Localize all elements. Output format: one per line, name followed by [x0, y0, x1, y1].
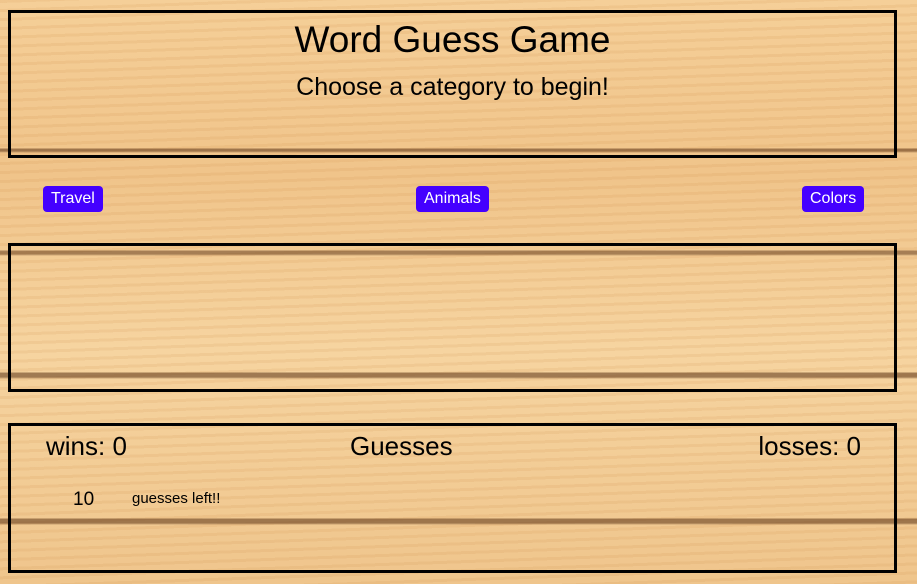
game-subtitle: Choose a category to begin! — [296, 73, 609, 101]
wins-counter: wins: 0 — [46, 431, 127, 461]
guesses-left-count: 10 — [73, 489, 95, 510]
category-travel-button[interactable]: Travel — [43, 186, 103, 212]
category-colors-button[interactable]: Colors — [802, 186, 865, 212]
word-display-panel — [8, 243, 897, 392]
score-panel: wins: 0 Guesses losses: 0 10 guesses lef… — [8, 423, 897, 573]
losses-counter: losses: 0 — [758, 431, 861, 461]
guesses-heading: Guesses — [350, 431, 453, 461]
category-animals-button[interactable]: Animals — [416, 186, 489, 212]
game-title: Word Guess Game — [294, 19, 611, 60]
header-panel: Word Guess Game Choose a category to beg… — [8, 10, 897, 158]
guesses-left-label: guesses left!! — [132, 490, 221, 507]
